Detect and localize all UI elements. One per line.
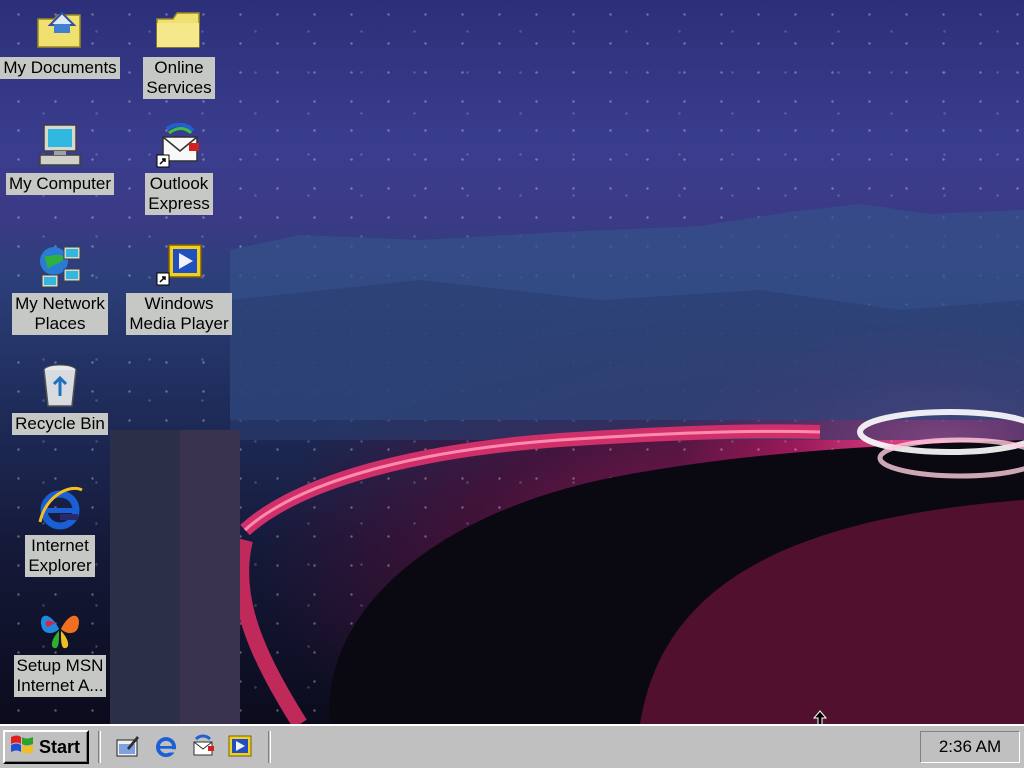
taskbar-separator [268, 731, 271, 763]
desktop-icon-label: My Network Places [12, 293, 108, 335]
network-icon [36, 242, 84, 290]
desktop-icon-label: Setup MSN Internet A... [13, 655, 107, 697]
media-player-icon [227, 734, 253, 763]
taskbar: Start 2:36 AM [0, 724, 1024, 768]
outlook-express-icon [155, 122, 203, 170]
system-tray-clock[interactable]: 2:36 AM [920, 731, 1020, 763]
desktop-icon-label: Windows Media Player [126, 293, 232, 335]
desktop-wallpaper [0, 0, 1024, 724]
media-player-icon [155, 242, 203, 290]
desktop-icon-recycle-bin[interactable]: Recycle Bin [0, 362, 120, 435]
internet-explorer-icon [153, 733, 179, 764]
desktop-icon-internet-explorer[interactable]: Internet Explorer [0, 484, 120, 577]
start-label: Start [39, 736, 81, 757]
folder-icon [155, 6, 203, 54]
msn-butterfly-icon [36, 604, 84, 652]
desktop-icon-online-services[interactable]: Online Services [119, 6, 239, 99]
desktop-icon-my-computer[interactable]: My Computer [0, 122, 120, 195]
internet-explorer-icon [36, 484, 84, 532]
quicklaunch-outlook-express[interactable] [189, 734, 217, 762]
desktop-icon-outlook-express[interactable]: Outlook Express [119, 122, 239, 215]
desktop-icon-label: Online Services [143, 57, 215, 99]
desktop-icon-label: My Documents [0, 57, 120, 79]
desktop-icon-label: My Computer [5, 173, 115, 195]
desktop-icon-my-network-places[interactable]: My Network Places [0, 242, 120, 335]
quicklaunch-show-desktop[interactable] [114, 734, 142, 762]
desktop-icon-windows-media-player[interactable]: Windows Media Player [119, 242, 239, 335]
desktop-icon-my-documents[interactable]: My Documents [0, 6, 120, 79]
folder-documents-icon [36, 6, 84, 54]
desktop-icon-label: Outlook Express [145, 173, 213, 215]
desktop-icon-setup-msn[interactable]: Setup MSN Internet A... [0, 604, 120, 697]
start-button[interactable]: Start [3, 730, 89, 764]
quicklaunch-media-player[interactable] [226, 734, 254, 762]
recycle-bin-icon [36, 362, 84, 410]
outlook-express-icon [190, 734, 216, 763]
desktop-icon-label: Internet Explorer [25, 535, 95, 577]
desktop-icon-label: Recycle Bin [12, 413, 108, 435]
taskbar-separator [98, 731, 101, 763]
show-desktop-icon [115, 734, 141, 763]
quicklaunch-internet-explorer[interactable] [152, 734, 180, 762]
computer-icon [36, 122, 84, 170]
clock-time: 2:36 AM [938, 737, 1002, 756]
windows-logo-icon [9, 734, 35, 761]
